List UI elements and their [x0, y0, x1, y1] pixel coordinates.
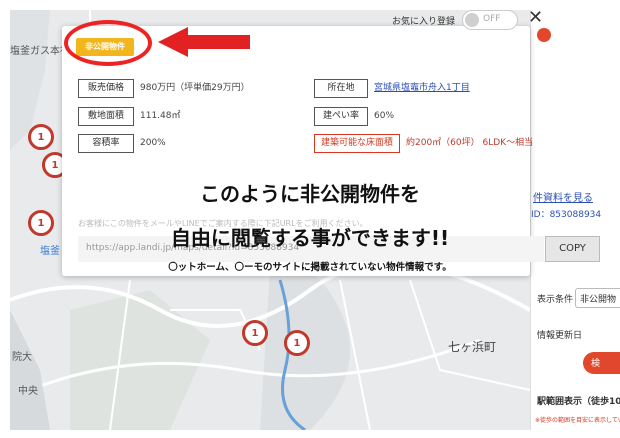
- search-button[interactable]: 検: [583, 352, 620, 374]
- location-label: 所在地: [314, 79, 368, 98]
- bcr-label: 建ぺい率: [314, 107, 368, 126]
- map-label-chuo: 中央: [18, 386, 38, 397]
- location-link[interactable]: 宮城県塩竈市舟入1丁目: [374, 79, 470, 98]
- display-condition-label: 表示条件: [537, 295, 574, 305]
- floor-area-label: 建築可能な床面積: [314, 134, 400, 153]
- land-area-value: 111.48㎡: [140, 111, 181, 121]
- updated-date-label: 情報更新日: [537, 331, 583, 341]
- favorite-label: お気に入り登録: [392, 17, 456, 27]
- property-pin[interactable]: 1: [28, 124, 54, 150]
- floor-area-value: 約200㎡（60坪） 6LDK～相当: [406, 138, 534, 148]
- red-arrow-icon: [158, 27, 250, 57]
- land-area-label: 敷地面積: [78, 107, 134, 126]
- side-notification-dot: [537, 28, 551, 42]
- property-pin[interactable]: 1: [284, 330, 310, 356]
- annotation-subline: 〇ットホーム、〇ーモのサイトに掲載されていない物件情報です。: [168, 262, 452, 273]
- price-value: 980万円（坪単価29万円）: [140, 83, 250, 93]
- toggle-state: OFF: [483, 14, 501, 24]
- price-label: 販売価格: [78, 79, 134, 98]
- property-pin[interactable]: 1: [242, 320, 268, 346]
- search-side-panel: 表示条件 非公開物 情報更新日 検 駅範囲表示（徒歩10 ※徒歩の範囲を目安に表…: [530, 10, 620, 430]
- station-range-note: ※徒歩の範囲を目安に表示している場合があります: [535, 417, 620, 424]
- screenshot-canvas: 塩釜ガス本社 塩釜 院大 中央 七ヶ浜町 1 1 1 1 1 表示条件 非公開物…: [0, 0, 620, 438]
- far-value: 200%: [140, 138, 166, 148]
- favorite-toggle[interactable]: OFF: [462, 10, 518, 30]
- display-condition-select[interactable]: 非公開物: [575, 288, 620, 308]
- map-label-shichigahama: 七ヶ浜町: [448, 340, 497, 354]
- map-label-gas-company: 塩釜ガス本社: [10, 46, 70, 57]
- bcr-value: 60%: [374, 111, 395, 121]
- station-range-label[interactable]: 駅範囲表示（徒歩10: [537, 394, 620, 407]
- property-id: ID：853088934: [531, 210, 602, 220]
- annotation-headline-1: このように非公開物件を: [200, 182, 420, 206]
- toggle-knob: [465, 13, 479, 27]
- annotation-headline-2: 自由に閲覧する事ができます!!: [170, 226, 450, 250]
- far-label: 容積率: [78, 134, 134, 153]
- close-icon[interactable]: ✕: [528, 8, 543, 28]
- highlight-circle: [64, 20, 152, 66]
- map-label-university: 院大: [12, 352, 32, 363]
